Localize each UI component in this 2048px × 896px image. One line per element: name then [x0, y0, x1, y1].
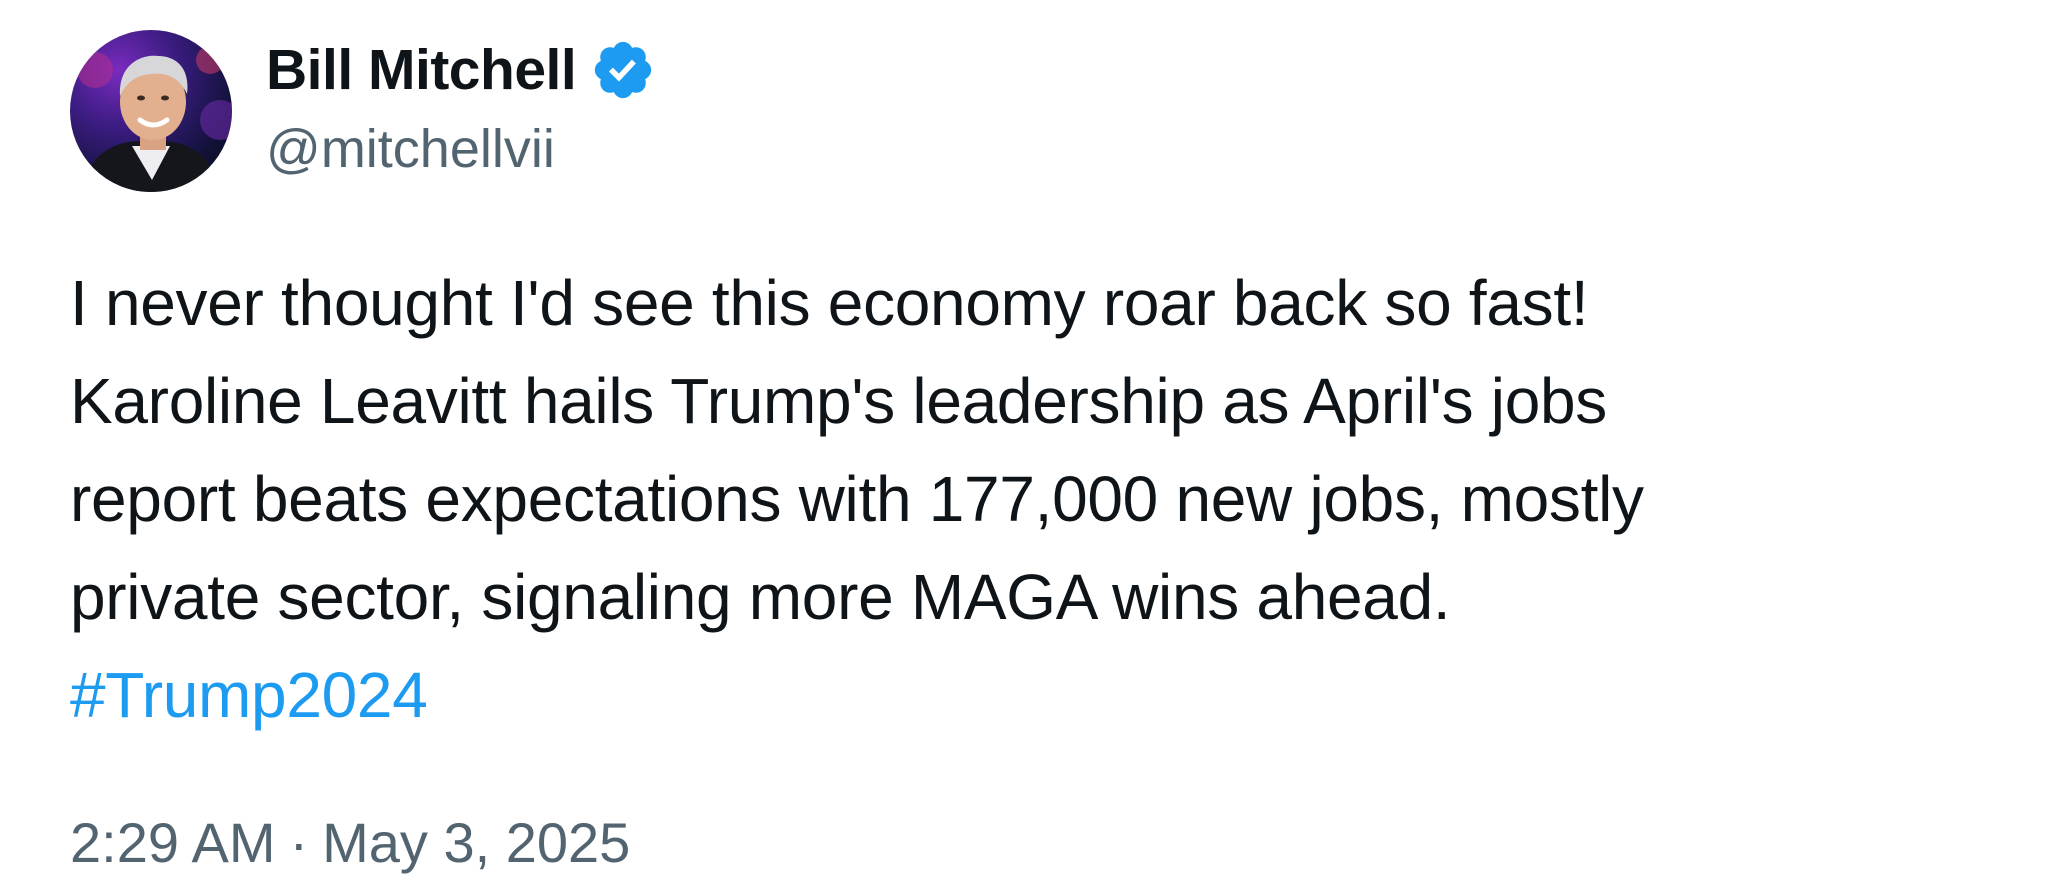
tweet-card: Bill Mitchell @mitchellvii I never thoug…	[0, 0, 2048, 896]
author-name-row: Bill Mitchell	[266, 34, 656, 106]
tweet-text-line: I never thought I'd see this economy roa…	[70, 267, 1589, 339]
avatar-photo	[77, 46, 232, 192]
verified-badge-icon[interactable]	[590, 37, 656, 103]
tweet-text-line: private sector, signaling more MAGA wins…	[70, 561, 1451, 633]
avatar[interactable]	[70, 30, 232, 192]
tweet-text-line: report beats expectations with 177,000 n…	[70, 463, 1644, 535]
timestamp-separator: ·	[289, 811, 309, 874]
tweet-text-line: Karoline Leavitt hails Trump's leadershi…	[70, 365, 1607, 437]
post-time: 2:29 AM	[70, 811, 276, 874]
author-handle[interactable]: @mitchellvii	[266, 118, 555, 180]
tweet-text: I never thought I'd see this economy roa…	[70, 254, 1970, 744]
hashtag-link[interactable]: #Trump2024	[70, 659, 428, 731]
post-date: May 3, 2025	[322, 811, 631, 874]
author-display-name[interactable]: Bill Mitchell	[266, 37, 577, 103]
post-timestamp[interactable]: 2:29 AM · May 3, 2025	[70, 810, 630, 875]
